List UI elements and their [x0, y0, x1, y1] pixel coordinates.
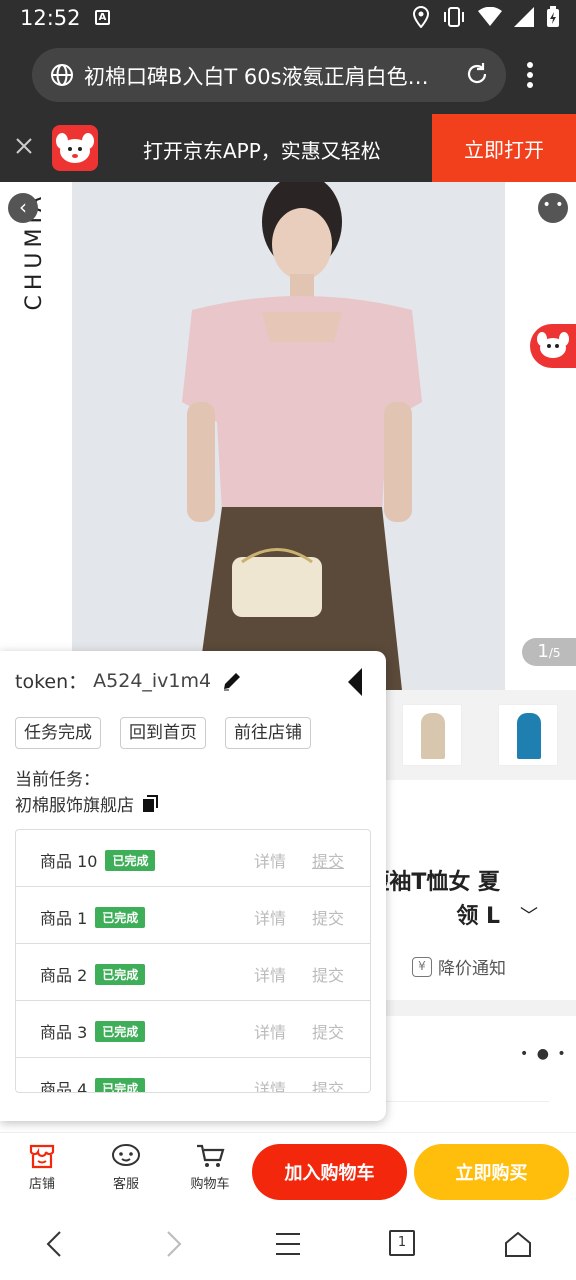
detail-link[interactable]: 详情: [254, 1019, 286, 1043]
task-row: 商品 4 已完成 详情 提交: [16, 1058, 370, 1093]
more-dots-icon[interactable]: • ● •: [520, 1046, 568, 1062]
current-task-label: 当前任务：: [15, 770, 100, 790]
submit-link[interactable]: 提交: [312, 905, 344, 929]
reload-icon[interactable]: [464, 61, 490, 87]
store-icon: [29, 1144, 55, 1169]
system-nav-bar: 1: [0, 1208, 576, 1280]
task-name: 商品 2: [40, 966, 88, 985]
location-icon: [412, 6, 430, 28]
detail-link[interactable]: 详情: [254, 848, 286, 872]
status-badge: 已完成: [95, 1077, 146, 1092]
task-name: 商品 4: [40, 1080, 88, 1093]
bottom-action-bar: 店铺 客服 购物车 加入购物车 立即购买: [0, 1132, 576, 1208]
chevron-down-icon[interactable]: ﹀: [520, 902, 538, 928]
collapse-arrow-icon[interactable]: [348, 668, 362, 696]
globe-icon: [51, 64, 73, 86]
jd-float-icon[interactable]: [530, 324, 576, 368]
yen-icon: ¥: [412, 956, 432, 977]
battery-icon: [547, 6, 559, 27]
counter-total: /5: [548, 646, 561, 660]
cart-icon: [197, 1144, 225, 1167]
cart-label: 购物车: [190, 1177, 230, 1192]
submit-link[interactable]: 提交: [312, 1076, 344, 1092]
thumbnail[interactable]: [402, 704, 462, 766]
buy-now-button[interactable]: 立即购买: [414, 1144, 569, 1200]
url-field[interactable]: 初棉口碑B入白T 60s液氨正肩白色…: [32, 48, 506, 102]
accessibility-icon: A: [95, 10, 110, 25]
cart-button[interactable]: 购物车: [180, 1143, 240, 1192]
task-name-wrap: 商品 1 已完成: [40, 905, 146, 929]
task-name: 商品 10: [40, 852, 98, 871]
more-button[interactable]: • •: [538, 193, 568, 223]
image-counter: 1/5: [522, 638, 576, 666]
app-download-banner: 打开京东APP，实惠又轻松 立即打开: [0, 114, 576, 182]
detail-link[interactable]: 详情: [254, 962, 286, 986]
overflow-menu-icon[interactable]: [526, 62, 534, 88]
token-label: token：: [15, 671, 88, 693]
store-button[interactable]: 店铺: [12, 1143, 72, 1192]
status-icons: [412, 6, 560, 28]
status-badge: 已完成: [95, 963, 146, 985]
edit-icon[interactable]: [221, 670, 243, 692]
submit-link[interactable]: 提交: [312, 848, 344, 872]
counter-current: 1: [537, 641, 549, 662]
home-icon[interactable]: [504, 1230, 532, 1258]
thumbnail[interactable]: [498, 704, 558, 766]
task-name: 商品 3: [40, 1023, 88, 1042]
task-row: 商品 3 已完成 详情 提交: [16, 1001, 370, 1058]
copy-icon[interactable]: [142, 794, 160, 813]
image-right-panel: [505, 182, 576, 690]
go-store-button[interactable]: 前往店铺: [225, 717, 311, 749]
product-image-carousel[interactable]: CHUMIA ‹ • • 1/5: [0, 182, 576, 690]
back-icon[interactable]: [44, 1230, 66, 1258]
task-panel: token： A524_iv1m4 任务完成 回到首页 前往店铺 当前任务： 初…: [0, 651, 386, 1121]
back-button[interactable]: ‹: [8, 193, 38, 223]
signal-icon: [514, 7, 534, 27]
product-photo: [72, 182, 505, 690]
add-to-cart-button[interactable]: 加入购物车: [252, 1144, 407, 1200]
task-name: 商品 1: [40, 909, 88, 928]
forward-icon[interactable]: [162, 1230, 184, 1258]
task-list: 商品 10 已完成 详情 提交 商品 1 已完成 详情 提交 商品 2 已完成 详情 …: [15, 829, 371, 1093]
detail-link[interactable]: 详情: [254, 905, 286, 929]
detail-link[interactable]: 详情: [254, 1076, 286, 1092]
status-badge: 已完成: [105, 849, 156, 871]
task-name-wrap: 商品 3 已完成: [40, 1019, 146, 1043]
url-text: 初棉口碑B入白T 60s液氨正肩白色…: [84, 65, 429, 89]
submit-link[interactable]: 提交: [312, 962, 344, 986]
wifi-icon: [478, 7, 502, 26]
menu-icon[interactable]: [274, 1230, 302, 1258]
task-name-wrap: 商品 2 已完成: [40, 962, 146, 986]
service-label: 客服: [112, 1177, 139, 1192]
task-done-button[interactable]: 任务完成: [15, 717, 101, 749]
store-label: 店铺: [28, 1177, 55, 1192]
jd-logo: [52, 125, 98, 171]
status-badge: 已完成: [95, 906, 146, 928]
status-badge: 已完成: [95, 1020, 146, 1042]
back-home-button[interactable]: 回到首页: [120, 717, 206, 749]
task-row: 商品 10 已完成 详情 提交: [16, 830, 370, 887]
task-name-wrap: 商品 10 已完成: [40, 848, 156, 872]
open-app-button[interactable]: 立即打开: [432, 114, 576, 182]
task-row: 商品 2 已完成 详情 提交: [16, 944, 370, 1001]
status-time: 12:52: [20, 6, 81, 30]
task-row: 商品 1 已完成 详情 提交: [16, 887, 370, 944]
token-value: A524_iv1m4: [93, 669, 212, 692]
current-store-name: 初棉服饰旗舰店: [15, 796, 134, 816]
tabs-button[interactable]: 1: [389, 1230, 415, 1256]
price-notice-label: 降价通知: [438, 959, 506, 979]
token-row: token： A524_iv1m4: [15, 667, 243, 694]
service-button[interactable]: 客服: [96, 1143, 156, 1192]
vibrate-icon: [444, 7, 464, 27]
browser-address-bar: 初棉口碑B入白T 60s液氨正肩白色…: [0, 36, 576, 114]
divider: [385, 1101, 549, 1102]
close-icon[interactable]: [14, 136, 34, 156]
service-icon: [112, 1144, 140, 1166]
price-notice-button[interactable]: ¥ 降价通知: [412, 954, 506, 979]
submit-link[interactable]: 提交: [312, 1019, 344, 1043]
task-name-wrap: 商品 4 已完成: [40, 1076, 146, 1093]
banner-text: 打开京东APP，实惠又轻松: [143, 139, 381, 163]
status-bar: 12:52 A: [0, 0, 576, 36]
current-store: 初棉服饰旗舰店: [15, 791, 160, 816]
